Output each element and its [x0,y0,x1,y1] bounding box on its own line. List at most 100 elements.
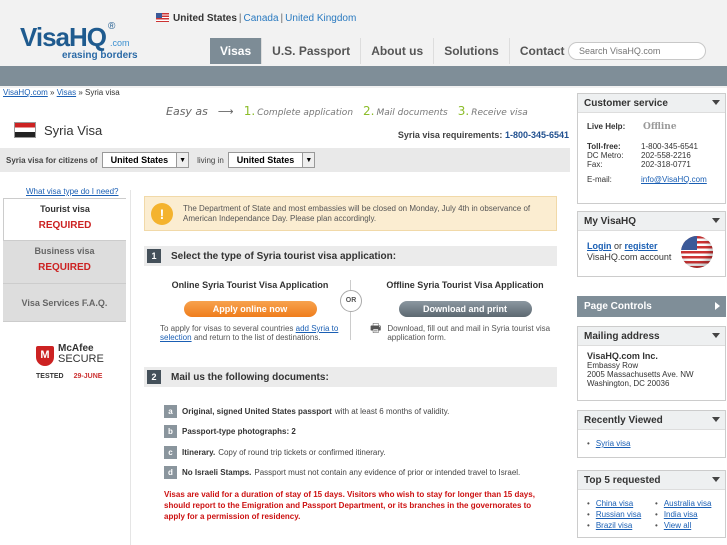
tollfree-value: 1-800-345-6541 [641,142,698,151]
recently-viewed-header[interactable]: Recently Viewed [578,411,725,430]
or-circle: OR [340,290,362,312]
steps-intro: Easy as [166,104,208,118]
visa-status: REQUIRED [38,220,92,231]
logo-tagline: erasing borders [62,50,138,61]
search-input[interactable] [568,42,706,60]
my-visahq-body: Login or register VisaHQ.com account [578,231,725,269]
step-label: Receive visa [471,108,528,118]
mcafee-shield-icon: M [36,346,54,366]
page-title-block: Syria Visa [14,122,102,138]
item-text: with at least 6 months of validity. [334,406,450,416]
top-link-australia[interactable]: Australia visa [664,499,712,508]
citizenship-bar: Syria visa for citizens of United States… [0,148,570,172]
visa-status: REQUIRED [38,262,91,273]
page-controls-box[interactable]: Page Controls [577,296,726,317]
list-item: Syria visa [587,438,716,449]
document-icon: 🖶 [370,321,382,335]
company-name: VisaHQ.com Inc. [587,351,658,361]
nav-business-visa[interactable]: Business visa REQUIRED [3,241,126,284]
online-option-desc: To apply for visas to several countries … [160,324,340,342]
tollfree-label: Toll-free: [587,142,621,151]
address-line: 2005 Massachusetts Ave. NW [587,370,694,379]
or-text: or [614,241,623,251]
list-item: China visa [587,498,651,509]
email-link[interactable]: info@VisaHQ.com [641,175,707,184]
online-desc-pre: To apply for visas to several countries [160,324,294,333]
holiday-notice: ! The Department of State and most embas… [144,196,557,231]
apply-online-button[interactable]: Apply online now [183,301,317,317]
item-letter: c [164,445,177,459]
nav-tab-visas[interactable]: Visas [210,38,262,64]
mcafee-tested-line: TESTED 29-JUNE [36,373,136,380]
dcmetro-label: DC Metro: [587,151,624,160]
top5-header[interactable]: Top 5 requested [578,471,725,490]
offline-option-desc: 🖶 Download, fill out and mail in Syria t… [370,321,560,342]
header-bar [0,66,727,86]
box-title: Recently Viewed [584,414,663,426]
recent-syria-link[interactable]: Syria visa [596,439,631,448]
list-item: b Passport-type photographs: 2 [164,422,554,442]
living-label: living in [197,155,224,165]
breadcrumb-visas[interactable]: Visas [57,88,76,97]
item-title: Passport-type photographs: 2 [182,427,296,436]
mailing-address-body: VisaHQ.com Inc. Embassy Row 2005 Massach… [578,346,725,394]
customer-service-body: Live Help: Offline Toll-free: 1-800-345-65… [578,113,725,190]
view-all-link[interactable]: View all [664,521,691,530]
dropdown-arrow-icon: ▼ [302,153,315,167]
item-letter: d [164,466,177,479]
customer-service-box: Customer service Live Help: Offline Toll-… [577,93,726,204]
list-item: Russian visa [587,509,651,520]
page-controls-header[interactable]: Page Controls [578,297,725,316]
my-visahq-header[interactable]: My VisaHQ [578,212,725,231]
box-title: Mailing address [584,330,660,342]
box-title: Customer service [584,97,668,109]
residence-select[interactable]: United States ▼ [227,152,316,168]
online-desc-post: and return to the list of destinations. [193,333,321,342]
list-item: View all [655,520,711,531]
nav-visa-faq[interactable]: Visa Services F.A.Q. [3,284,126,322]
nav-tourist-visa[interactable]: Tourist visa REQUIRED [3,198,126,241]
customer-service-header[interactable]: Customer service [578,94,725,113]
item-title: No Israeli Stamps. [182,468,252,477]
chevron-down-icon [712,333,720,338]
nav-tab-about-us[interactable]: About us [360,38,433,64]
live-help-status[interactable]: Offline [643,122,677,132]
logo-dotcom: .com [110,38,130,48]
login-link[interactable]: Login [587,241,612,251]
list-item: India visa [655,509,711,520]
what-visa-link[interactable]: What visa type do I need? [26,187,119,196]
country-link-uk[interactable]: United Kingdom [285,13,356,24]
dcmetro-value: 202-558-2216 [641,151,691,160]
requirements-phone: 1-800-345-6541 [504,130,569,140]
register-link[interactable]: register [625,241,658,251]
my-visahq-box: My VisaHQ Login or register VisaHQ.com a… [577,211,726,277]
nav-tab-solutions[interactable]: Solutions [433,38,509,64]
top-link-china[interactable]: China visa [596,499,633,508]
top-link-russia[interactable]: Russian visa [596,510,641,519]
visahq-logo[interactable]: VisaHQ ® .com erasing borders [20,20,150,64]
chevron-right-icon [715,302,720,310]
item-letter: a [164,404,177,418]
top5-box: Top 5 requested China visa Russian visa … [577,470,726,538]
top-link-brazil[interactable]: Brazil visa [596,521,632,530]
top-link-india[interactable]: India visa [664,510,698,519]
download-print-button[interactable]: Download and print [398,301,532,317]
step-label: Complete application [257,108,354,118]
chevron-down-icon [712,477,720,482]
country-link-canada[interactable]: Canada [244,13,279,24]
item-text: Copy of round trip tickets or confirmed … [218,447,386,457]
online-option-title: Online Syria Tourist Visa Application [171,280,329,290]
recently-viewed-body: Syria visa [578,430,725,455]
logo-registered-mark: ® [108,21,116,32]
list-item: d No Israeli Stamps. Passport must not con… [164,463,554,483]
mailing-address-box: Mailing address VisaHQ.com Inc. Embassy … [577,326,726,401]
citizens-label: Syria visa for citizens of [6,155,98,165]
citizenship-select[interactable]: United States ▼ [101,152,190,168]
syria-flag-icon [14,122,36,138]
breadcrumb-home[interactable]: VisaHQ.com [3,88,48,97]
mailing-address-header[interactable]: Mailing address [578,327,725,346]
visa-type-nav: Tourist visa REQUIRED Business visa REQU… [3,198,126,322]
box-title: My VisaHQ [584,215,637,227]
chevron-down-icon [712,417,720,422]
nav-tab-us-passport[interactable]: U.S. Passport [261,38,360,64]
